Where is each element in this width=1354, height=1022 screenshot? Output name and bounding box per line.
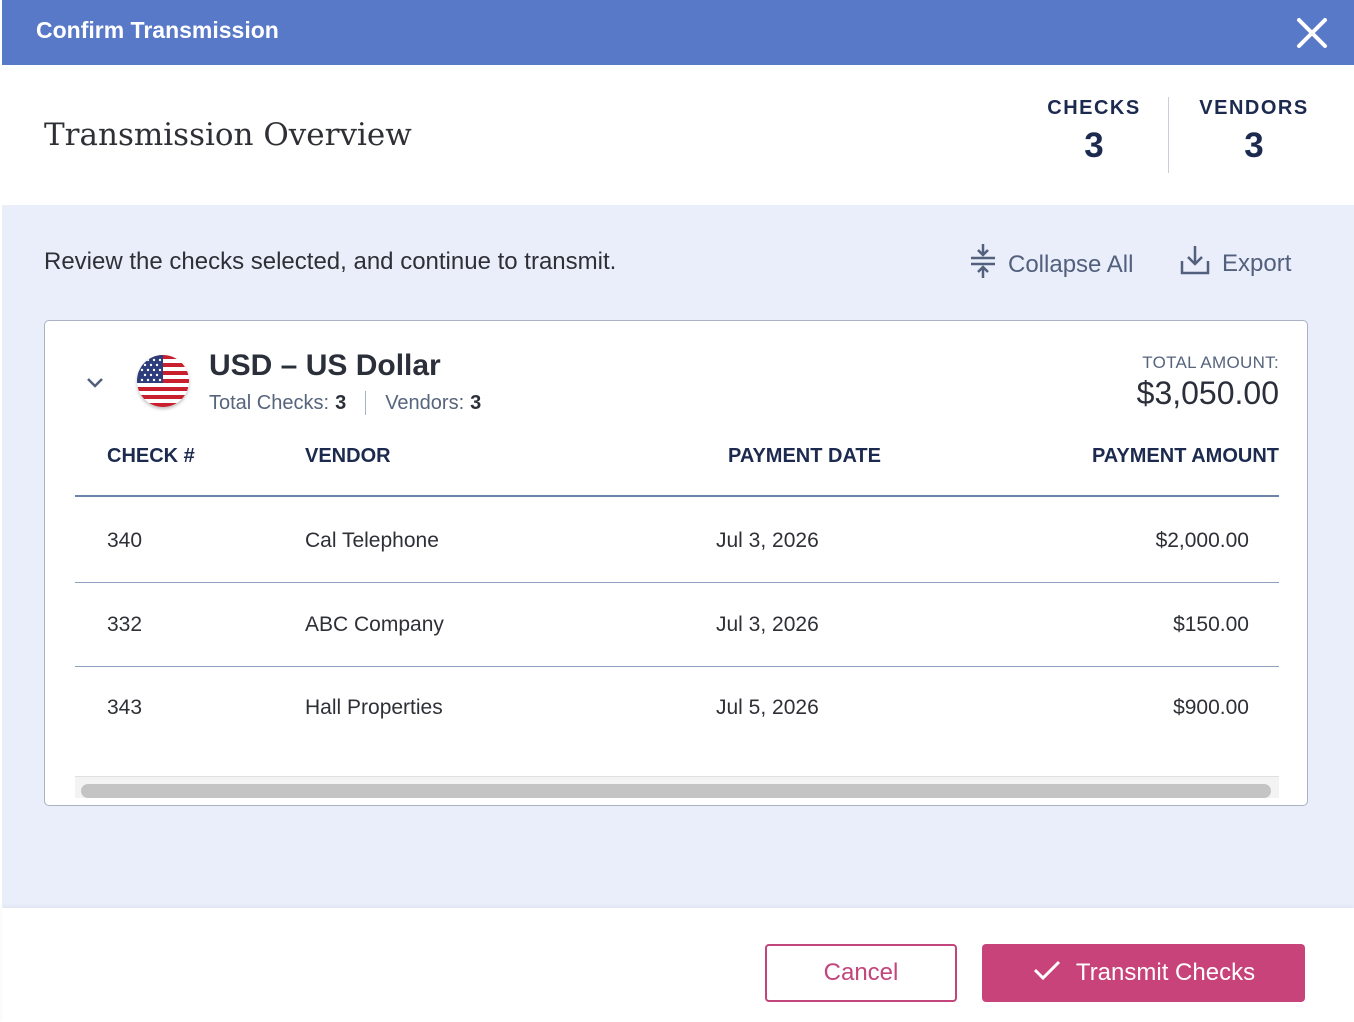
transmit-checks-button[interactable]: Transmit Checks [982, 944, 1305, 1002]
content-area: Review the checks selected, and continue… [2, 205, 1354, 908]
vendors-stat: VENDORS 3 [1184, 97, 1324, 166]
horizontal-scrollbar[interactable] [75, 776, 1279, 798]
vendor-name: Cal Telephone [305, 529, 439, 552]
check-number: 343 [107, 696, 143, 719]
dialog-titlebar: Confirm Transmission [2, 0, 1354, 65]
total-checks-value: 3 [335, 391, 347, 414]
overview-header: Transmission Overview CHECKS 3 VENDORS 3 [2, 65, 1354, 205]
vendors-label: VENDORS [1199, 97, 1309, 119]
review-instructions: Review the checks selected, and continue… [44, 248, 617, 275]
currency-summary: Total Checks: 3 Vendors: 3 [209, 391, 481, 415]
dialog-title: Confirm Transmission [36, 17, 279, 43]
currency-group-card: USD – US Dollar Total Checks: 3 Vendors:… [44, 320, 1308, 806]
total-amount-label: TOTAL AMOUNT: [1142, 353, 1279, 372]
table-row[interactable]: 340 Cal Telephone Jul 3, 2026 $2,000.00 [75, 499, 1279, 583]
payment-amount: $900.00 [1173, 696, 1249, 719]
dialog-footer: Cancel Transmit Checks [2, 908, 1354, 1022]
total-amount-value: $3,050.00 [1136, 375, 1279, 411]
checks-label: CHECKS [1047, 97, 1141, 119]
stat-divider [1168, 97, 1169, 173]
close-icon[interactable] [1292, 13, 1332, 53]
transmit-checks-label: Transmit Checks [1075, 959, 1256, 986]
vendors-count: 3 [1244, 126, 1264, 165]
cancel-button[interactable]: Cancel [765, 944, 957, 1002]
collapse-icon [968, 243, 998, 286]
column-header-payment-amount[interactable]: PAYMENT AMOUNT [1092, 445, 1279, 468]
payment-date: Jul 3, 2026 [716, 529, 819, 552]
group-vendors-label: Vendors: [385, 391, 465, 414]
payment-amount: $2,000.00 [1155, 529, 1249, 552]
table-row[interactable]: 332 ABC Company Jul 3, 2026 $150.00 [75, 583, 1279, 667]
table-header: CHECK # VENDOR PAYMENT DATE PAYMENT AMOU… [75, 441, 1279, 497]
group-vendors-value: 3 [470, 391, 482, 414]
summary-divider [365, 391, 367, 415]
check-number: 340 [107, 529, 143, 552]
collapse-all-label: Collapse All [1008, 250, 1134, 278]
currency-name: USD – US Dollar [209, 349, 441, 382]
checkmark-icon [1032, 958, 1062, 989]
scrollbar-thumb[interactable] [81, 784, 1271, 798]
vendor-name: Hall Properties [305, 696, 443, 719]
check-number: 332 [107, 613, 143, 636]
payment-amount: $150.00 [1173, 613, 1249, 636]
collapse-all-button[interactable]: Collapse All [968, 243, 1133, 286]
payment-date: Jul 3, 2026 [716, 613, 819, 636]
chevron-down-icon[interactable] [83, 371, 107, 400]
page-title: Transmission Overview [44, 117, 412, 153]
column-header-payment-date[interactable]: PAYMENT DATE [728, 445, 881, 468]
cancel-label: Cancel [823, 959, 899, 986]
column-header-vendor[interactable]: VENDOR [305, 445, 391, 468]
us-flag-icon [137, 355, 189, 407]
checks-stat: CHECKS 3 [1024, 97, 1164, 166]
payment-date: Jul 5, 2026 [716, 696, 819, 719]
vendor-name: ABC Company [305, 613, 444, 636]
table-row[interactable]: 343 Hall Properties Jul 5, 2026 $900.00 [75, 666, 1279, 750]
column-header-check[interactable]: CHECK # [107, 445, 195, 468]
download-icon [1178, 243, 1212, 284]
export-button[interactable]: Export [1178, 243, 1291, 284]
total-checks-label: Total Checks: [209, 391, 330, 414]
checks-count: 3 [1084, 126, 1104, 165]
export-label: Export [1222, 249, 1292, 277]
